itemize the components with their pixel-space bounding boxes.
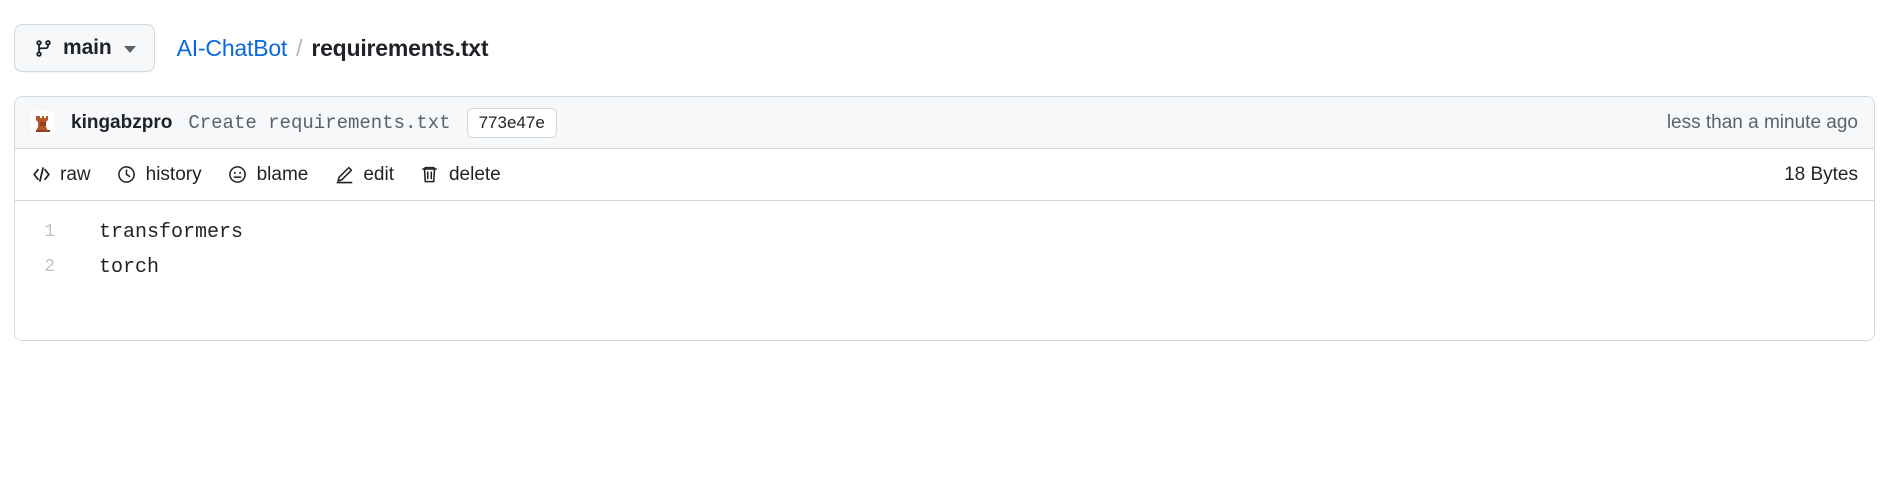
breadcrumb-repo-link[interactable]: AI-ChatBot (177, 35, 288, 62)
history-label: history (145, 163, 202, 185)
line-content: torch (99, 256, 160, 279)
file-actions-group: raw history blame edit delete (31, 162, 501, 188)
chevron-down-icon (123, 45, 136, 53)
delete-label: delete (448, 163, 501, 185)
breadcrumb-separator: / (296, 34, 303, 61)
history-button[interactable]: history (117, 162, 202, 188)
file-card: kingabzpro Create requirements.txt 773e4… (14, 96, 1875, 341)
blame-circle-icon (228, 165, 248, 185)
file-content-area: 1 transformers 2 torch (15, 201, 1874, 340)
commit-message-link[interactable]: Create requirements.txt (188, 112, 450, 134)
git-branch-icon (33, 38, 53, 58)
commit-sha-badge[interactable]: 773e47e (466, 107, 557, 138)
file-actions-toolbar: raw history blame edit delete 18 Bytes (15, 149, 1874, 201)
raw-button[interactable]: raw (31, 162, 91, 188)
pencil-icon (334, 165, 354, 185)
branch-selector-button[interactable]: main (14, 24, 155, 72)
clock-icon (117, 165, 137, 185)
raw-label: raw (60, 163, 91, 185)
delete-button[interactable]: delete (420, 162, 501, 188)
trash-icon (420, 165, 440, 185)
blame-label: blame (256, 163, 309, 185)
blame-button[interactable]: blame (228, 162, 309, 188)
line-number[interactable]: 2 (15, 250, 67, 285)
commit-left-group: kingabzpro Create requirements.txt 773e4… (31, 107, 557, 138)
code-line-row: 2 torch (15, 250, 1874, 285)
branch-name-label: main (63, 36, 112, 59)
commit-summary-row: kingabzpro Create requirements.txt 773e4… (15, 97, 1874, 149)
line-content: transformers (99, 221, 244, 244)
avatar[interactable] (31, 110, 55, 135)
edit-label: edit (363, 163, 394, 185)
file-header-bar: main AI-ChatBot / requirements.txt (0, 0, 1889, 96)
commit-author-link[interactable]: kingabzpro (71, 112, 172, 134)
file-size-label: 18 Bytes (1784, 163, 1858, 185)
edit-button[interactable]: edit (334, 162, 394, 188)
breadcrumb-file-name: requirements.txt (311, 34, 489, 61)
commit-timestamp: less than a minute ago (1666, 111, 1858, 133)
code-line-row: 1 transformers (15, 215, 1874, 250)
line-number[interactable]: 1 (15, 215, 67, 250)
code-icon (31, 165, 51, 185)
breadcrumb: AI-ChatBot / requirements.txt (177, 35, 489, 62)
